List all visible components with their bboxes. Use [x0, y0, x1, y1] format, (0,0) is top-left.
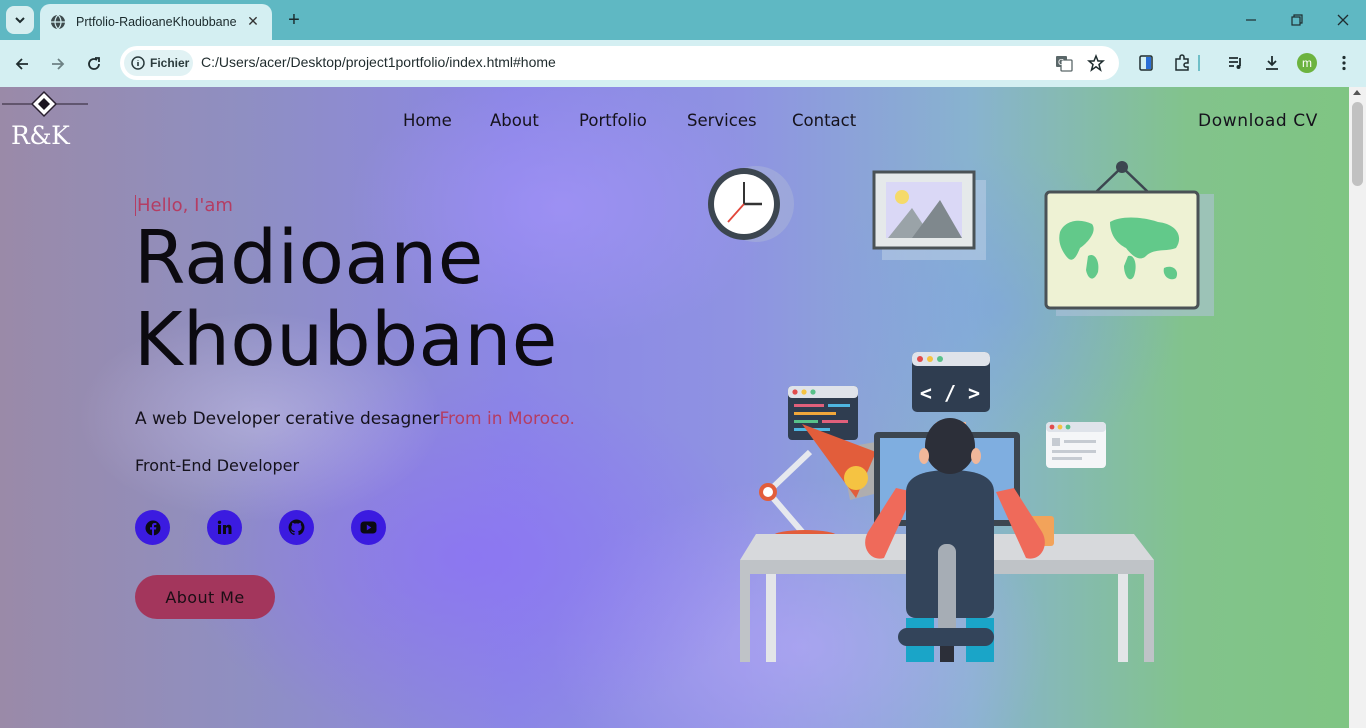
new-tab-button[interactable]: +: [282, 8, 306, 32]
desk-lamp-icon: [759, 424, 876, 542]
browser-menu-icon[interactable]: [1332, 51, 1356, 75]
tab-search-button[interactable]: [6, 6, 34, 34]
download-cv-link[interactable]: Download CV: [1198, 111, 1318, 131]
facebook-link[interactable]: [135, 510, 170, 545]
tab-title: Prtfolio-RadioaneKhoubbane: [76, 15, 237, 29]
nav-link-about[interactable]: About: [490, 111, 539, 130]
hero-name: Radioane Khoubbane: [134, 217, 558, 381]
nav-link-portfolio[interactable]: Portfolio: [579, 111, 647, 130]
tagline-accent: From in Moroco.: [439, 409, 575, 429]
security-chip-label: Fichier: [150, 56, 190, 70]
linkedin-icon: [217, 520, 232, 534]
tagline-main: A web Developer cerative desagner: [135, 409, 440, 429]
info-icon: [131, 56, 145, 70]
page-scrollbar[interactable]: [1349, 87, 1366, 728]
scroll-up-arrow-icon[interactable]: [1353, 90, 1361, 95]
forward-button[interactable]: [45, 51, 71, 77]
arrow-left-icon: [15, 58, 28, 70]
youtube-icon: [360, 521, 377, 534]
svg-text:G: G: [1058, 58, 1064, 67]
close-window-button[interactable]: [1328, 8, 1358, 32]
github-link[interactable]: [279, 510, 314, 545]
reload-icon: [88, 57, 100, 70]
hero-greeting: Hello, I'am: [135, 195, 233, 216]
hero-name-line2: Khoubbane: [134, 297, 558, 383]
browser-tab-bar: Prtfolio-RadioaneKhoubbane ✕ +: [0, 0, 1366, 40]
logo-text: R&K: [11, 121, 70, 150]
minimize-button[interactable]: [1236, 8, 1266, 32]
translate-icon[interactable]: G: [1052, 51, 1076, 75]
profile-avatar[interactable]: m: [1297, 53, 1317, 73]
tab-close-icon[interactable]: ✕: [244, 14, 262, 30]
clock-icon: [708, 166, 794, 242]
scrollbar-thumb[interactable]: [1352, 102, 1363, 186]
about-me-button[interactable]: About Me: [135, 575, 275, 619]
picture-frame-icon: [872, 170, 986, 260]
browser-tab-active[interactable]: Prtfolio-RadioaneKhoubbane ✕: [40, 4, 272, 40]
chevron-down-icon: [15, 17, 25, 24]
code-window-icon: < / >: [912, 352, 990, 412]
restore-button[interactable]: [1282, 8, 1312, 32]
nav-link-services[interactable]: Services: [687, 111, 757, 130]
arrow-right-icon: [52, 58, 65, 70]
site-logo[interactable]: R&K: [0, 87, 92, 157]
page-viewport: R&K Home About Portfolio Services Contac…: [0, 87, 1349, 728]
url-text[interactable]: C:/Users/acer/Desktop/project1portfolio/…: [201, 54, 556, 70]
facebook-icon: [145, 520, 160, 535]
code-sign-text: < / >: [920, 381, 980, 405]
restore-icon: [1291, 14, 1303, 26]
media-control-icon[interactable]: [1224, 51, 1248, 75]
world-map-icon: [1044, 161, 1214, 316]
extensions-icon[interactable]: [1170, 51, 1194, 75]
document-card: [1046, 422, 1106, 468]
reading-list-icon[interactable]: [1134, 51, 1158, 75]
hero-tagline: A web Developer cerative desagnerFrom in…: [135, 409, 575, 429]
nav-link-contact[interactable]: Contact: [792, 111, 856, 130]
code-snippet-card: [788, 386, 858, 440]
globe-icon: [51, 14, 65, 30]
download-icon[interactable]: [1260, 51, 1284, 75]
reload-button[interactable]: [81, 51, 107, 77]
back-button[interactable]: [9, 51, 35, 77]
github-icon: [288, 519, 305, 536]
diamond-logo-icon: [2, 90, 88, 118]
close-icon: [1337, 14, 1349, 26]
developer-desk-illustration: < / >: [708, 161, 1214, 662]
nav-link-home[interactable]: Home: [403, 111, 452, 130]
linkedin-link[interactable]: [207, 510, 242, 545]
bookmark-star-icon[interactable]: [1084, 51, 1108, 75]
toolbar-divider: [1198, 55, 1200, 71]
hero-role: Front-End Developer: [135, 456, 300, 475]
minimize-icon: [1246, 19, 1256, 21]
site-info-chip[interactable]: Fichier: [124, 50, 193, 76]
youtube-link[interactable]: [351, 510, 386, 545]
hero-name-line1: Radioane: [134, 215, 484, 301]
